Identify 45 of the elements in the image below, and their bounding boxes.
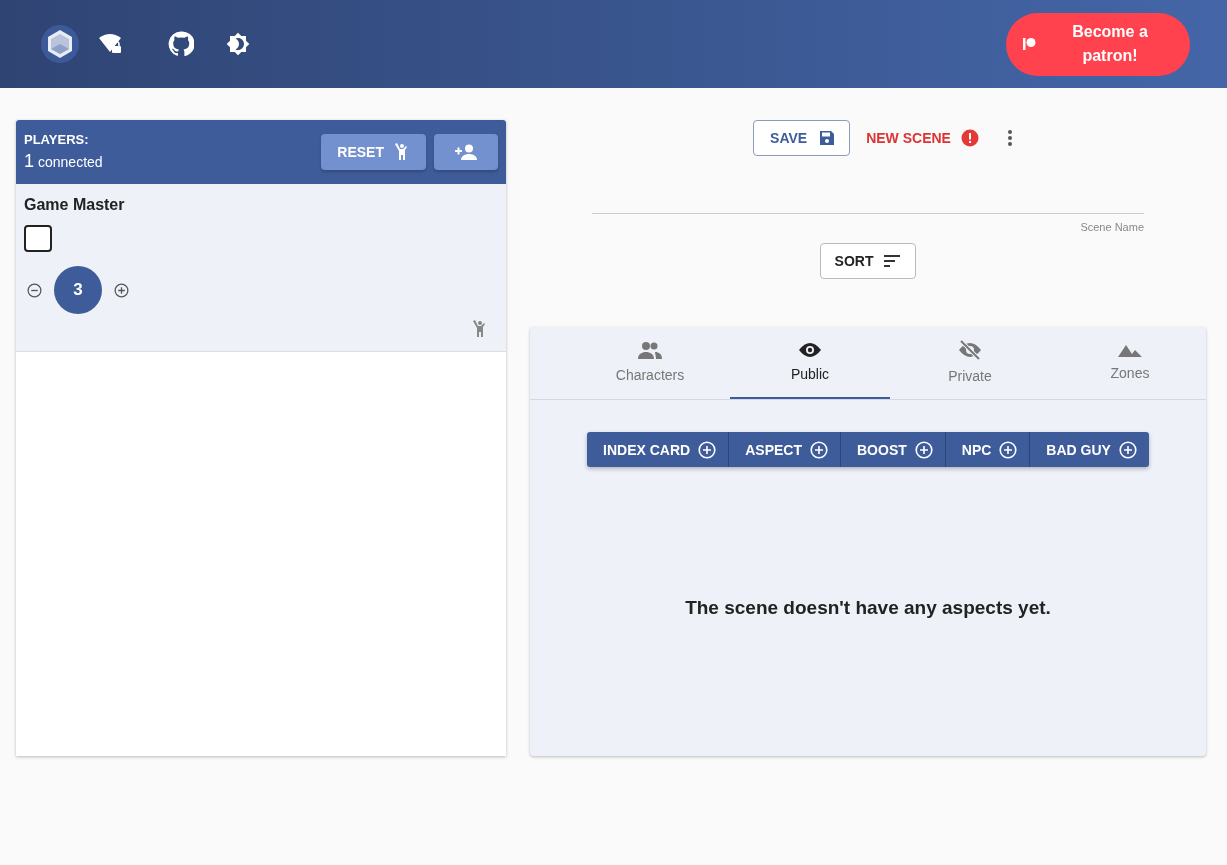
points-counter: 3 [54, 266, 102, 314]
plus-circle-icon[interactable] [114, 282, 129, 298]
scene-name-label: Scene Name [1080, 221, 1144, 233]
add-player-button[interactable] [434, 134, 498, 170]
player-name: Game Master [24, 196, 126, 214]
sort-button[interactable]: SORT [819, 243, 917, 279]
save-icon [819, 130, 836, 146]
github-icon[interactable] [168, 31, 194, 57]
add-item-button[interactable]: INDEX CARD [587, 432, 729, 467]
scene-tab[interactable]: Private [890, 327, 1050, 399]
scene-tab[interactable]: Zones [1050, 327, 1210, 399]
connected-label: connected [38, 154, 103, 170]
add-item-button[interactable]: BOOST [840, 432, 945, 467]
waving-person-icon [394, 143, 410, 161]
eye-icon [798, 342, 822, 358]
scene-tab[interactable]: Characters [570, 327, 730, 399]
sort-icon [883, 255, 902, 267]
new-scene-button[interactable]: NEW SCENE [866, 129, 979, 147]
people-icon [638, 341, 662, 359]
brightness-icon[interactable] [226, 32, 250, 56]
add-person-icon [454, 144, 478, 160]
plus-circle-icon [810, 440, 828, 459]
more-options-icon[interactable] [1006, 129, 1013, 147]
plus-circle-icon [914, 440, 933, 459]
player-checkbox[interactable] [24, 225, 52, 252]
eye-off-icon [958, 340, 982, 360]
players-title: PLAYERS: [24, 132, 90, 147]
add-item-button[interactable]: NPC [944, 432, 1030, 467]
connected-count: 1 [24, 151, 34, 172]
patreon-icon [1022, 37, 1036, 51]
plus-circle-icon [999, 440, 1018, 459]
plus-circle-icon [1118, 440, 1137, 459]
alert-icon [960, 129, 979, 147]
minus-circle-icon[interactable] [27, 282, 42, 298]
scene-tab[interactable]: Public [730, 327, 890, 399]
add-item-button[interactable]: ASPECT [728, 432, 840, 467]
cube-logo-icon[interactable] [40, 24, 80, 64]
waving-person-icon[interactable] [472, 319, 488, 339]
become-patron-button[interactable]: Become a patron! [1006, 12, 1190, 76]
wifi-lock-icon[interactable] [98, 33, 124, 55]
add-item-button[interactable]: BAD GUY [1029, 432, 1149, 467]
save-button[interactable]: SAVE [753, 120, 851, 156]
empty-message: The scene doesn't have any aspects yet. [685, 597, 1051, 619]
plus-circle-icon [698, 440, 717, 459]
mountains-icon [1118, 343, 1142, 357]
